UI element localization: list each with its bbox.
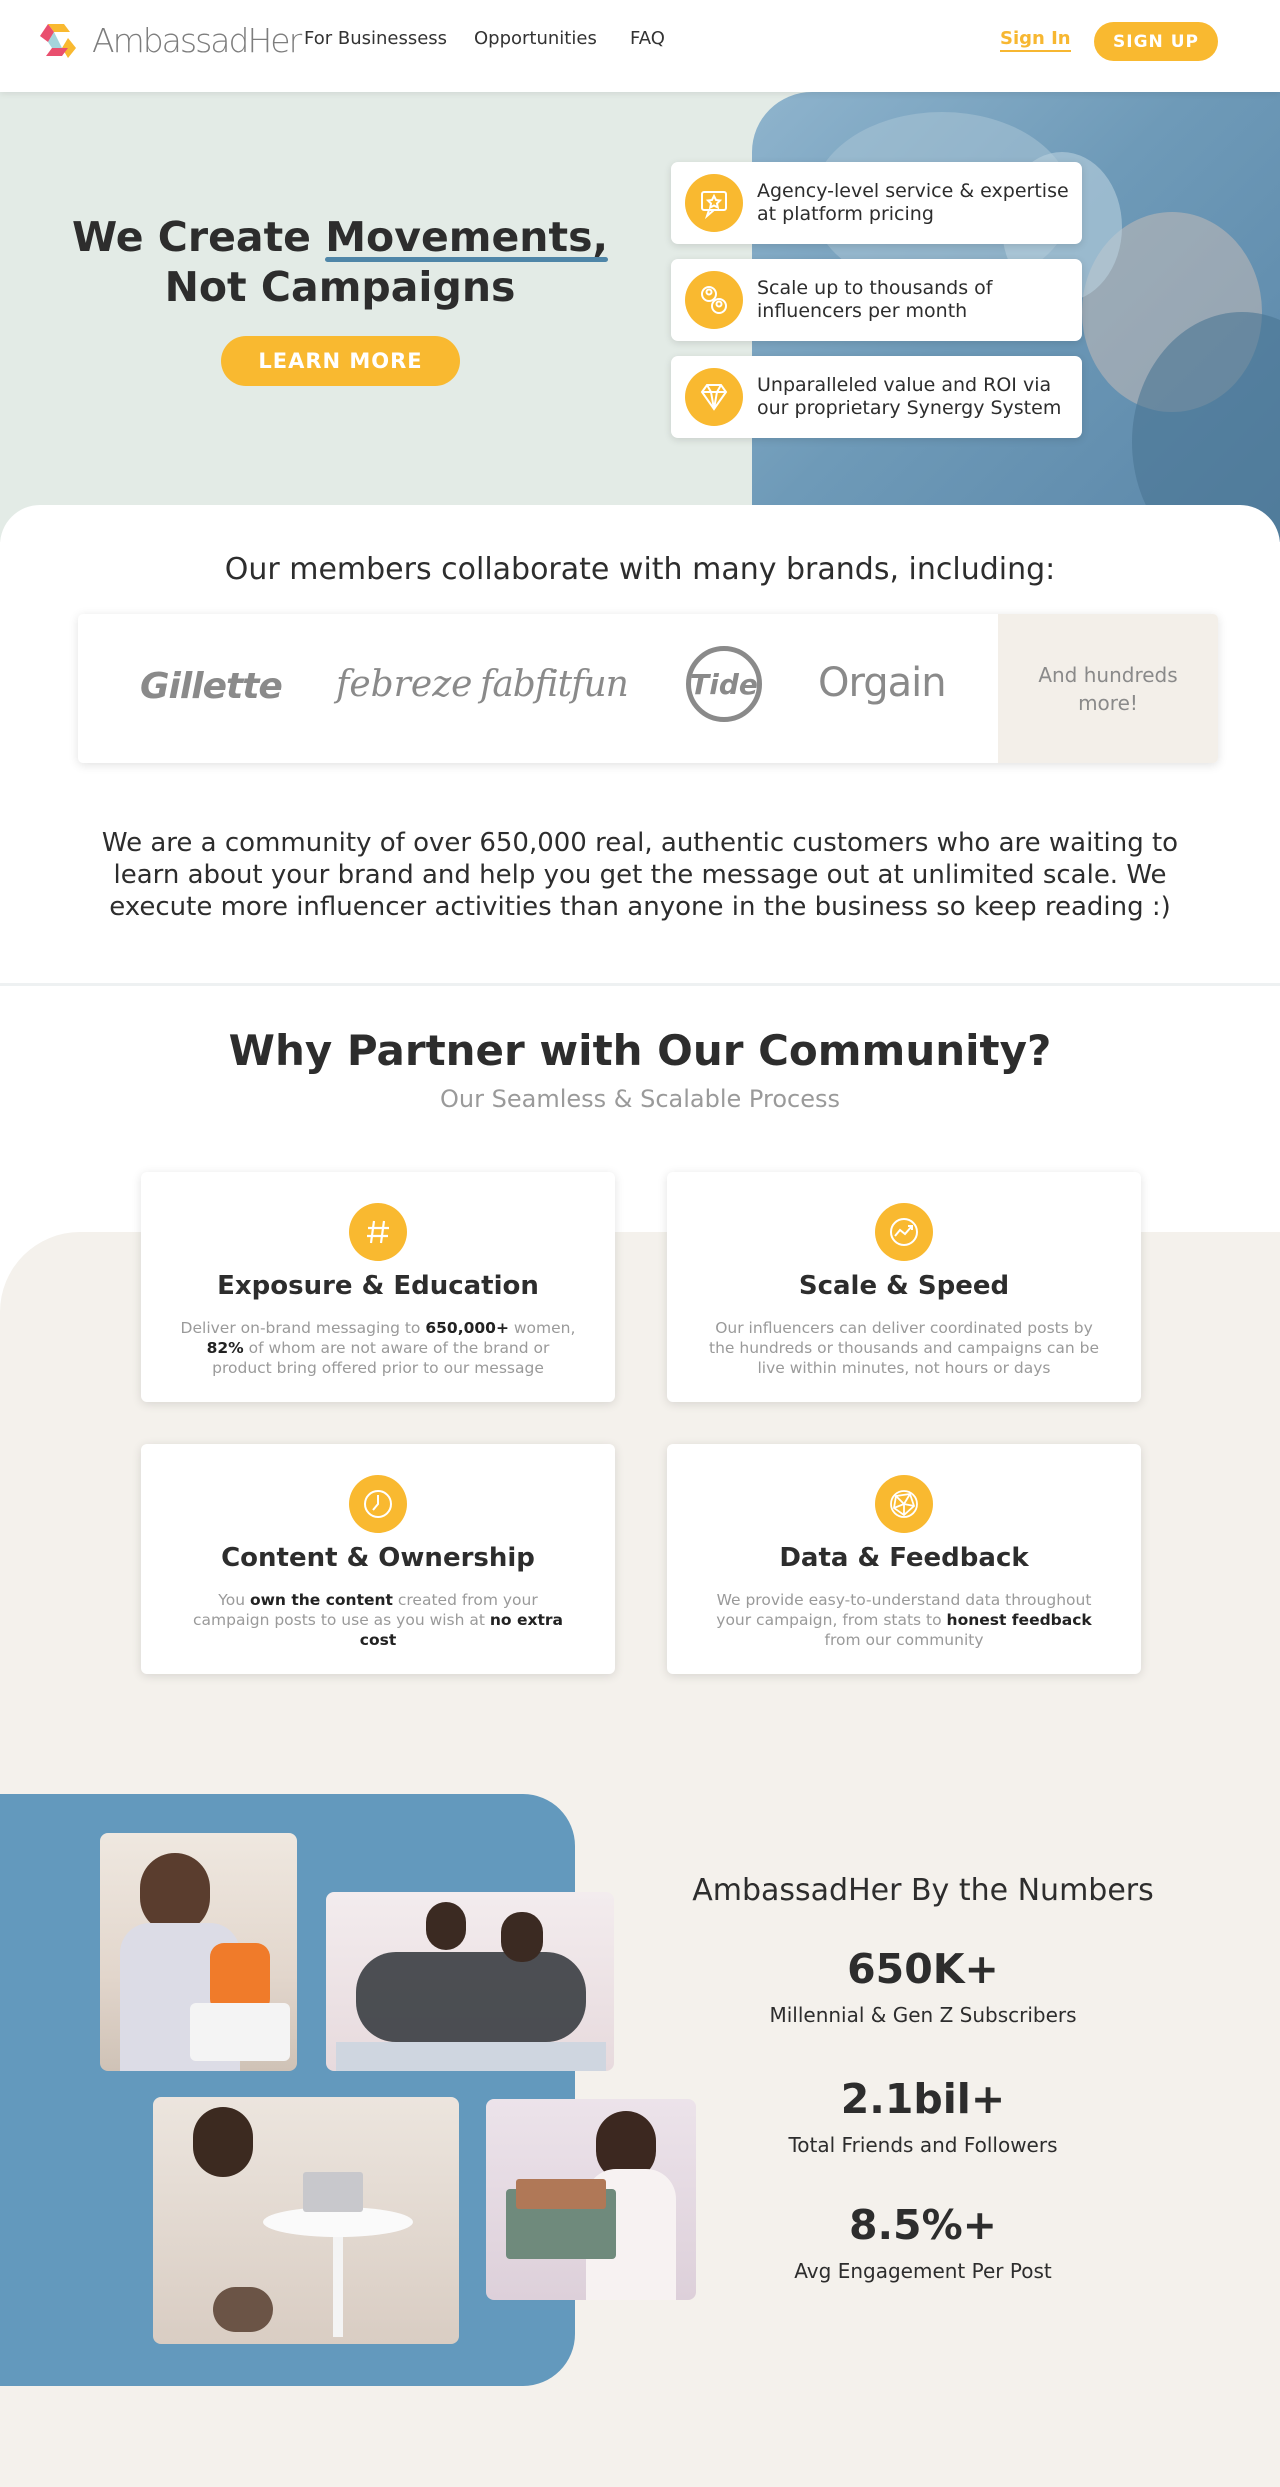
brand-logo-orgain: Orgain xyxy=(818,660,947,706)
learn-more-button[interactable]: LEARN MORE xyxy=(221,336,460,386)
logo[interactable]: AmbassadHer xyxy=(34,16,302,64)
feature-card-service: Agency-level service & expertise at plat… xyxy=(671,162,1082,244)
card-scale-speed: Scale & Speed Our influencers can delive… xyxy=(667,1172,1141,1402)
logo-mark-icon xyxy=(34,16,82,64)
photo-mother-daughter-table xyxy=(153,2097,459,2344)
clock-icon xyxy=(349,1475,407,1533)
brands-heading: Our members collaborate with many brands… xyxy=(224,552,1056,587)
hero-title-highlight: Movements, xyxy=(325,213,609,262)
sign-in-link[interactable]: Sign In xyxy=(1000,28,1071,52)
brand-logo-tide: Tide xyxy=(686,646,762,722)
brands-section: Our members collaborate with many brands… xyxy=(0,505,1280,985)
brand-logo-gillette: Gillette xyxy=(140,666,283,707)
card-data-feedback: Data & Feedback We provide easy-to-under… xyxy=(667,1444,1141,1674)
numbers-title: AmbassadHer By the Numbers xyxy=(692,1873,1154,1908)
logo-text: AmbassadHer xyxy=(92,20,302,60)
card-description: Deliver on-brand messaging to 650,000+ w… xyxy=(180,1319,576,1377)
network-globe-icon xyxy=(875,1475,933,1533)
why-partner-subtitle: Our Seamless & Scalable Process xyxy=(440,1085,840,1113)
feature-text: Agency-level service & expertise at plat… xyxy=(757,180,1069,225)
stat-label: Millennial & Gen Z Subscribers xyxy=(769,2003,1077,2027)
hashtag-icon xyxy=(349,1203,407,1261)
photo-woman-with-detergent xyxy=(100,1833,297,2071)
stat-value: 650K+ xyxy=(847,1945,999,1993)
brand-logo-febreze: febreze xyxy=(336,664,473,705)
card-title: Data & Feedback xyxy=(779,1543,1029,1573)
hero-title: We Create Movements, Not Campaigns xyxy=(70,212,610,312)
people-icon xyxy=(685,271,743,329)
more-brands-note: And hundreds more! xyxy=(998,614,1218,763)
why-partner-title: Why Partner with Our Community? xyxy=(228,1026,1052,1075)
nav-link-faq[interactable]: FAQ xyxy=(630,28,665,49)
diamond-icon xyxy=(685,368,743,426)
nav-link-businesses[interactable]: For Businessess xyxy=(304,28,447,49)
growth-chart-icon xyxy=(875,1203,933,1261)
stat-label: Total Friends and Followers xyxy=(788,2133,1058,2157)
brand-logo-fabfitfun: fabfitfun xyxy=(480,664,629,705)
card-title: Exposure & Education xyxy=(217,1271,539,1301)
brands-logo-strip: Gillette febreze fabfitfun Tide Orgain A… xyxy=(78,614,1218,763)
hero-section: We Create Movements, Not Campaigns LEARN… xyxy=(0,92,1280,542)
stat-value: 8.5%+ xyxy=(848,2201,998,2249)
section-divider xyxy=(0,983,1280,986)
card-title: Content & Ownership xyxy=(221,1543,535,1573)
hero-title-line2: Not Campaigns xyxy=(164,263,516,311)
feature-card-value: Unparalleled value and ROI via our propr… xyxy=(671,356,1082,438)
feature-text: Unparalleled value and ROI via our propr… xyxy=(757,374,1062,419)
nav-link-opportunities[interactable]: Opportunities xyxy=(474,28,597,49)
card-exposure-education: Exposure & Education Deliver on-brand me… xyxy=(141,1172,615,1402)
card-title: Scale & Speed xyxy=(798,1271,1010,1301)
stat-value: 2.1bil+ xyxy=(840,2075,1006,2123)
feature-text: Scale up to thousands of influencers per… xyxy=(757,277,993,322)
sign-up-button[interactable]: SIGN UP xyxy=(1094,22,1218,61)
card-description: You own the content created from your ca… xyxy=(192,1591,563,1649)
card-description: Our influencers can deliver coordinated … xyxy=(709,1319,1099,1377)
card-description: We provide easy-to-understand data throu… xyxy=(716,1591,1092,1649)
star-chat-icon xyxy=(685,174,743,232)
photo-family-on-bed xyxy=(326,1892,614,2071)
community-description: We are a community of over 650,000 real,… xyxy=(101,828,1179,922)
hero-title-part1: We Create xyxy=(71,213,326,261)
top-navbar: AmbassadHer For Businessess Opportunitie… xyxy=(0,0,1280,92)
card-content-ownership: Content & Ownership You own the content … xyxy=(141,1444,615,1674)
feature-card-scale: Scale up to thousands of influencers per… xyxy=(671,259,1082,341)
stat-label: Avg Engagement Per Post xyxy=(794,2259,1052,2283)
